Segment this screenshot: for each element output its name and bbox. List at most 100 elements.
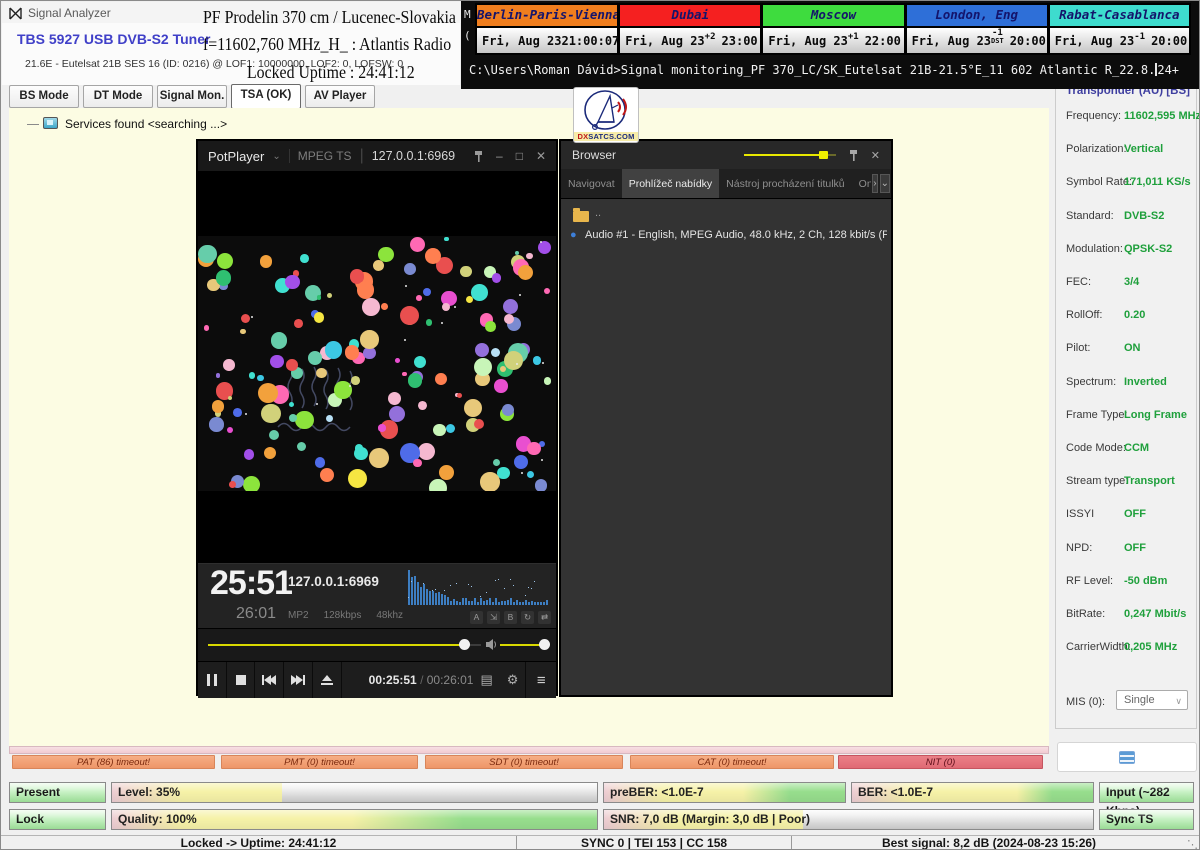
pin-icon[interactable] <box>474 151 483 162</box>
video-confetti-dot <box>408 373 423 388</box>
video-confetti-dot <box>535 479 548 491</box>
video-confetti-dot <box>435 373 447 385</box>
tab-subtitle-browser[interactable]: Nástroj procházení titulků <box>719 169 851 198</box>
overlay-locked-uptime: Locked Uptime : 24:41:12 <box>247 62 415 83</box>
tab-menu-browser[interactable]: Prohlížeč nabídky <box>622 169 719 198</box>
tab-navigate[interactable]: Navigovat <box>561 169 622 198</box>
video-confetti-dot <box>297 442 306 451</box>
spectrum-bar <box>420 587 422 605</box>
menu-icon[interactable]: ≡ <box>525 662 556 698</box>
clock-city-time: Fri, Aug 23 +2 23:00 <box>620 26 760 53</box>
transponder-row-label: RF Level: <box>1066 575 1113 587</box>
tab-dt-mode[interactable]: DT Mode <box>83 85 153 108</box>
volume-icon[interactable] <box>485 638 498 651</box>
table-progress-strip <box>9 746 1049 754</box>
transponder-row-label: Frequency: <box>1066 110 1121 122</box>
video-confetti-dot <box>444 237 448 241</box>
video-confetti-dot <box>204 325 210 331</box>
video-confetti-dot <box>378 424 385 431</box>
status-sync-counters: SYNC 0 | TEI 153 | CC 158 <box>516 836 791 850</box>
mis-label: MIS (0): <box>1066 696 1105 708</box>
clock-utc-offset: -1 <box>1134 33 1145 41</box>
pin-icon[interactable] <box>849 150 858 161</box>
ab-point-b-button[interactable]: B <box>504 611 517 624</box>
tab-av-player[interactable]: AV Player <box>305 85 375 108</box>
video-confetti-dot <box>457 393 462 398</box>
potplayer-app-name[interactable]: PotPlayer <box>208 149 264 164</box>
expand-icon[interactable]: ⇲ <box>487 611 500 624</box>
spectrum-peak-dot <box>525 595 526 596</box>
video-confetti-dot <box>241 314 250 323</box>
volume-bar[interactable] <box>500 644 544 646</box>
tab-signal-mon[interactable]: Signal Mon. <box>157 85 227 108</box>
ts-record-button[interactable] <box>1057 742 1197 772</box>
close-icon[interactable]: ✕ <box>536 149 546 163</box>
parent-directory-item[interactable]: .. <box>595 207 601 219</box>
transponder-row-value: Vertical <box>1124 143 1163 155</box>
tab-online[interactable]: Online : <box>852 169 872 198</box>
video-confetti-dot <box>243 476 260 491</box>
folder-icon[interactable] <box>573 211 589 222</box>
transponder-row-value: 11602,595 MHz <box>1124 110 1200 122</box>
tab-bs-mode[interactable]: BS Mode <box>9 85 79 108</box>
codec-samplerate: 48khz <box>376 610 403 621</box>
spectrum-bar <box>489 598 491 605</box>
video-confetti-dot <box>404 339 406 341</box>
spectrum-peak-dot <box>450 585 451 586</box>
video-confetti-dot <box>378 247 393 262</box>
next-button[interactable] <box>284 662 313 698</box>
spectrum-bar <box>408 570 410 605</box>
previous-button[interactable] <box>255 662 284 698</box>
elapsed-time-display: 25:51 <box>210 564 292 603</box>
clock-city: Dubai Fri, Aug 23 +2 23:00 <box>618 3 761 55</box>
codec-info-row: MP2 128kbps 48khz <box>288 610 403 621</box>
tab-tsa[interactable]: TSA (OK) <box>231 84 301 109</box>
opacity-slider[interactable] <box>744 151 836 159</box>
dxsatcs-logo: DXSATCS.COM <box>573 87 639 143</box>
volume-knob[interactable] <box>539 639 550 650</box>
stop-button[interactable] <box>227 662 256 698</box>
maximize-icon[interactable]: □ <box>516 149 523 163</box>
console-prompt[interactable]: C:\Users\Roman Dávid>Signal monitoring_P… <box>469 63 1179 77</box>
console-command-text: C:\Users\Roman Dávid>Signal monitoring_P… <box>469 63 1155 77</box>
chevron-down-icon[interactable]: ⌄ <box>272 151 280 162</box>
next-arrow-icon[interactable]: › <box>872 174 877 193</box>
seek-knob[interactable] <box>459 639 470 650</box>
console-window[interactable]: M ( C:\Users\Roman Dávid>Signal monitori… <box>461 1 1200 89</box>
transponder-row-label: Modulation: <box>1066 243 1123 255</box>
chevron-down-icon[interactable]: ⌄ <box>880 174 890 193</box>
stream-url: 127.0.0.1:6969 <box>372 149 455 163</box>
minimize-icon[interactable]: – <box>496 149 503 163</box>
video-confetti-dot <box>414 356 426 368</box>
spectrum-bar <box>501 601 503 605</box>
video-confetti-dot <box>233 408 242 417</box>
pause-button[interactable] <box>198 662 227 698</box>
video-confetti-dot <box>429 479 447 491</box>
eject-button[interactable] <box>313 662 342 698</box>
mis-dropdown[interactable]: Single ∨ <box>1116 690 1188 710</box>
video-confetti-dot <box>503 299 518 314</box>
audio-track-bullet: ● <box>570 229 577 241</box>
loop-icon[interactable]: ↻ <box>521 611 534 624</box>
spectrum-bar <box>417 582 419 605</box>
potplayer-titlebar[interactable]: PotPlayer ⌄ MPEG TS | 127.0.0.1:6969 – □… <box>198 141 556 171</box>
audio-track-item[interactable]: Audio #1 - English, MPEG Audio, 48.0 kHz… <box>585 229 887 241</box>
shuffle-icon[interactable]: ⇄ <box>538 611 551 624</box>
video-confetti-dot <box>244 449 254 459</box>
video-display-area[interactable] <box>198 171 556 563</box>
ab-point-a-button[interactable]: A <box>470 611 483 624</box>
tree-branch-line <box>27 124 39 125</box>
spectrum-bar <box>474 598 476 605</box>
seek-bar[interactable] <box>208 644 465 646</box>
transponder-row-value: 0,247 Mbit/s <box>1124 608 1186 620</box>
audio-spectrum-visualizer <box>408 569 550 605</box>
spectrum-bar <box>492 602 494 605</box>
spectrum-bar <box>537 602 539 605</box>
close-icon[interactable]: ✕ <box>871 149 880 162</box>
resize-grip[interactable]: ⋱ <box>1187 838 1198 850</box>
browser-titlebar[interactable]: Browser ✕ <box>561 141 891 169</box>
services-tree-item[interactable]: Services found <searching ...> <box>65 117 227 131</box>
spectrum-bar <box>534 602 536 605</box>
playlist-icon[interactable]: ▤ <box>473 672 499 688</box>
gear-icon[interactable]: ⚙ <box>500 672 526 688</box>
